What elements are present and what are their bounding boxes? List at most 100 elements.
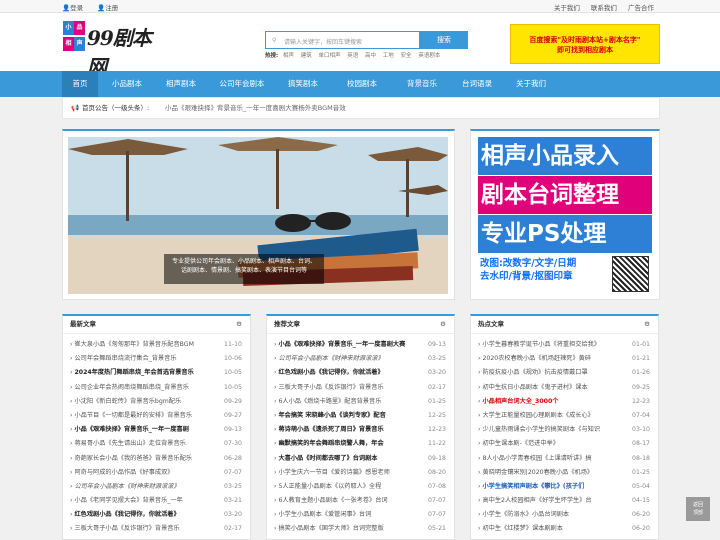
list-item[interactable]: › 红色戏剧小品《我记得你，你就活着》 03-20	[63, 508, 250, 522]
list-item[interactable]: › 小学生搞笑相声剧本《攀比》(孩子们 05-04	[471, 480, 658, 494]
article-title[interactable]: 搞笑小品剧本《新白娘子传奇》台词完整	[278, 537, 418, 539]
hot-term[interactable]: 单口相声	[318, 53, 340, 59]
article-title[interactable]: 搞笑小品剧本《国学大师》台词完整版	[278, 522, 418, 536]
nav-home[interactable]: 首页	[62, 71, 98, 97]
list-item[interactable]: › 8人小品小学青春校园《上课请听讲》搞 08-18	[471, 452, 658, 466]
nav-skit[interactable]: 小品剧本	[104, 71, 150, 97]
list-item[interactable]: › 小学生庆六一节目《爱的诗篇》感恩老师 08-20	[267, 466, 454, 480]
article-title[interactable]: 8人小品小学青春校园《上课请听讲》搞	[482, 452, 622, 466]
hot-term[interactable]: 相声	[283, 53, 294, 59]
article-title[interactable]: 公司年会小品剧本《财神来财源滚滚》	[278, 352, 418, 366]
article-title[interactable]: 三板大哥子小品《反诈银行》背景音乐	[74, 522, 214, 536]
list-item[interactable]: › 幽默搞笑的年会舞蹈串烧警人舞，年会 11-22	[267, 437, 454, 451]
nav-funny[interactable]: 搞笑剧本	[280, 71, 326, 97]
nav-lines[interactable]: 台词语录	[454, 71, 500, 97]
register-link[interactable]: 👤注册	[97, 4, 124, 12]
about-link[interactable]: 关于我们	[554, 4, 580, 12]
list-item[interactable]: › 奇葩家长会小品《我的爸爸》背景音乐配乐 06-28	[63, 452, 250, 466]
list-item[interactable]: › 初中生课本剧-《范进中举》 08-17	[471, 437, 658, 451]
list-item[interactable]: › 大学生正能量校园心理剧剧本《成长心》 07-04	[471, 409, 658, 423]
list-item[interactable]: › 年会搞笑 宋晓峰小品《谈判专家》配音 12-25	[267, 409, 454, 423]
article-title[interactable]: 公司年会小品剧本《财神来财源滚滚》	[74, 480, 214, 494]
article-title[interactable]: 小学生庆六一节目《爱的诗篇》感恩老师	[278, 466, 418, 480]
article-title[interactable]: 小学生暮春教学诞节小品《将重担交给我》	[482, 338, 622, 352]
hot-term[interactable]: 建筑	[301, 53, 312, 59]
article-title[interactable]: 小品相声台词大全_3000个	[482, 395, 622, 409]
article-title[interactable]: 年会搞笑 宋晓峰小品《谈判专家》配音	[278, 409, 418, 423]
article-title[interactable]: 6人小品《燃烧卡路里》配音背景音乐	[278, 395, 418, 409]
list-item[interactable]: › 小学生小品剧本《爱管闲事》台词 07-07	[267, 508, 454, 522]
article-title[interactable]: 公司年会舞蹈串烧流行集合_背景音乐	[74, 352, 214, 366]
gear-icon[interactable]: ⚙	[644, 316, 650, 333]
list-item[interactable]: › 6人教育主题小品剧本《一张考卷》台词 07-07	[267, 494, 454, 508]
article-title[interactable]: 崔大泉小品《匆匆那年》背景音乐配音BGM	[74, 338, 214, 352]
list-item[interactable]: › 三板大哥子小品《反诈银行》背景音乐 02-17	[267, 381, 454, 395]
article-title[interactable]: 5人正能量小品剧本《以药取人》全程	[278, 480, 418, 494]
hot-term[interactable]: 高中	[365, 53, 376, 59]
article-title[interactable]: 小品《老同学见摆大会》背景音乐_一年	[74, 494, 214, 508]
article-title[interactable]: 初中生课本剧-《范进中举》	[482, 437, 622, 451]
list-item[interactable]: › 小学生暮春教学诞节小品《将重担交给我》 01-01	[471, 338, 658, 352]
article-title[interactable]: 初中生抗日小品剧本《鬼子进村》课本	[482, 381, 622, 395]
list-item[interactable]: › 公司年会小品剧本《财神来财源滚滚》 03-25	[267, 352, 454, 366]
article-title[interactable]: 少儿童热雨诵会小学生的搞笑剧本《与知识	[482, 423, 622, 437]
service-ad[interactable]: 相声小品录入 剧本台词整理 专业PS处理 改图:改数字/文字/日期 去水印/背景…	[478, 137, 652, 293]
list-item[interactable]: › 搞笑小品剧本《新白娘子传奇》台词完整05-21	[267, 537, 454, 539]
list-item[interactable]: › 小品《老同学见摆大会》背景音乐_一年 03-21	[63, 494, 250, 508]
article-title[interactable]: 阿奇与阿成的小品作品《好事成双》	[74, 466, 214, 480]
article-title[interactable]: 小品节目《一切都是最好的安排》背景音乐	[74, 409, 214, 423]
list-item[interactable]: › 公司年会小品剧本《财神来财源滚滚》 03-25	[63, 480, 250, 494]
back-to-top-button[interactable]: 返回 顶部	[686, 497, 710, 521]
article-title[interactable]: 公司企业年会热闹串烧舞蹈串烧_背景音乐	[74, 381, 214, 395]
article-title[interactable]: 2020农校春晚小品《机场赶辣死》黄碎	[482, 352, 622, 366]
article-title[interactable]: 小品剧本《赞美你》全文完整版	[74, 537, 214, 539]
article-title[interactable]: 小品《艰难抉择》背景音乐_一年一度喜剧大赛	[278, 338, 418, 352]
article-title[interactable]: 红色戏剧小品《我记得你，你就活着》	[74, 508, 214, 522]
hot-term[interactable]: 安全	[401, 53, 412, 59]
article-title[interactable]: 幽默搞笑的年会舞蹈串烧警人舞，年会	[278, 437, 418, 451]
gear-icon[interactable]: ⚙	[236, 316, 242, 333]
list-item[interactable]: › 2020农校春晚小品《机场赶辣死》黄碎 01-21	[471, 352, 658, 366]
gear-icon[interactable]: ⚙	[440, 316, 446, 333]
site-logo[interactable]: 小 相 品 声 99剧本网	[63, 21, 167, 79]
search-input[interactable]: ⚲ 请输入关键字，按回车键搜索	[265, 31, 420, 49]
article-title[interactable]: 大学生正能量校园心理剧剧本《成长心》	[482, 409, 622, 423]
search-button[interactable]: 搜索	[420, 31, 468, 49]
contact-link[interactable]: 联系我们	[591, 4, 617, 12]
nav-annual-party[interactable]: 公司年会剧本	[212, 71, 272, 97]
list-item[interactable]: › 大喜小品《时间都去哪了》台词剧本 09-18	[267, 452, 454, 466]
article-title[interactable]: 小学生《防溺水》小品台词剧本	[482, 508, 622, 522]
list-item[interactable]: › 小沈阳《新白蛇传》背景音乐bgm配乐 09-29	[63, 395, 250, 409]
list-item[interactable]: › 小品节目《一切都是最好的安排》背景音乐 09-27	[63, 409, 250, 423]
article-title[interactable]: 三板大哥子小品《反诈银行》背景音乐	[278, 381, 418, 395]
article-title[interactable]: 防疫抗疫小品《规劝》抗击疫情戴口罩	[482, 366, 622, 380]
nav-crosstalk[interactable]: 相声剧本	[158, 71, 204, 97]
list-item[interactable]: › 搞笑小品剧本《国学大师》台词完整版 05-21	[267, 522, 454, 536]
list-item[interactable]: › 阿奇与阿成的小品作品《好事成双》 07-07	[63, 466, 250, 480]
article-title[interactable]: 初中生《红楼梦》课本剧剧本	[482, 522, 622, 536]
nav-about[interactable]: 关于我们	[508, 71, 554, 97]
list-item[interactable]: › 公司企业年会热闹串烧舞蹈串烧_背景音乐 10-05	[63, 381, 250, 395]
article-title[interactable]: 高中生2人校园相声《好学生坏学生》台	[482, 494, 622, 508]
list-item[interactable]: › 黄晓明金镶宋别|2020春晚小品《机场》 01-25	[471, 466, 658, 480]
list-item[interactable]: › 高中生2人校园相声《好学生坏学生》台 04-15	[471, 494, 658, 508]
article-title[interactable]: 黄晓明金镶宋别|2020春晚小品《机场》	[482, 466, 622, 480]
list-item[interactable]: › 小品《艰难抉择》背景音乐_一年一度喜剧 09-13	[63, 423, 250, 437]
list-item[interactable]: › 蒋易哥小品《先生请出山》走位背景音乐 07-30	[63, 437, 250, 451]
list-item[interactable]: › 崔大泉小品《匆匆那年》背景音乐配音BGM 11-10	[63, 338, 250, 352]
hot-term[interactable]: 英语	[347, 53, 358, 59]
list-item[interactable]: › 公司年会舞蹈串烧流行集合_背景音乐 10-06	[63, 352, 250, 366]
article-title[interactable]: 2024年度热门舞蹈串烧_年会首选背景音乐	[74, 366, 214, 380]
list-item[interactable]: › 三板大哥子小品《反诈银行》背景音乐 02-17	[63, 522, 250, 536]
article-title[interactable]: 奇葩家长会小品《我的爸爸》背景音乐配乐	[74, 452, 214, 466]
list-item[interactable]: › 6人小品《燃烧卡路里》配音背景音乐 01-25	[267, 395, 454, 409]
list-item[interactable]: › 防疫抗疫小品《规劝》抗击疫情戴口罩 01-26	[471, 366, 658, 380]
list-item[interactable]: › 小品《艰难抉择》背景音乐_一年一度喜剧大赛 09-13	[267, 338, 454, 352]
list-item[interactable]: › 5人正能量小品剧本《以药取人》全程 07-08	[267, 480, 454, 494]
article-title[interactable]: 小学生小品剧本《爱管闲事》台词	[278, 508, 418, 522]
article-title[interactable]: 蒋易哥小品《先生请出山》走位背景音乐	[74, 437, 214, 451]
hot-term[interactable]: 工地	[383, 53, 394, 59]
header-ad-banner[interactable]: 百度搜索"及时雨剧本站+剧本名字" 即可找到相应剧本	[510, 24, 660, 64]
list-item[interactable]: › 初中生《红楼梦》课本剧剧本 06-20	[471, 522, 658, 536]
article-title[interactable]: 有趣的庆六一小品剧本《我们的节日》	[482, 537, 622, 539]
